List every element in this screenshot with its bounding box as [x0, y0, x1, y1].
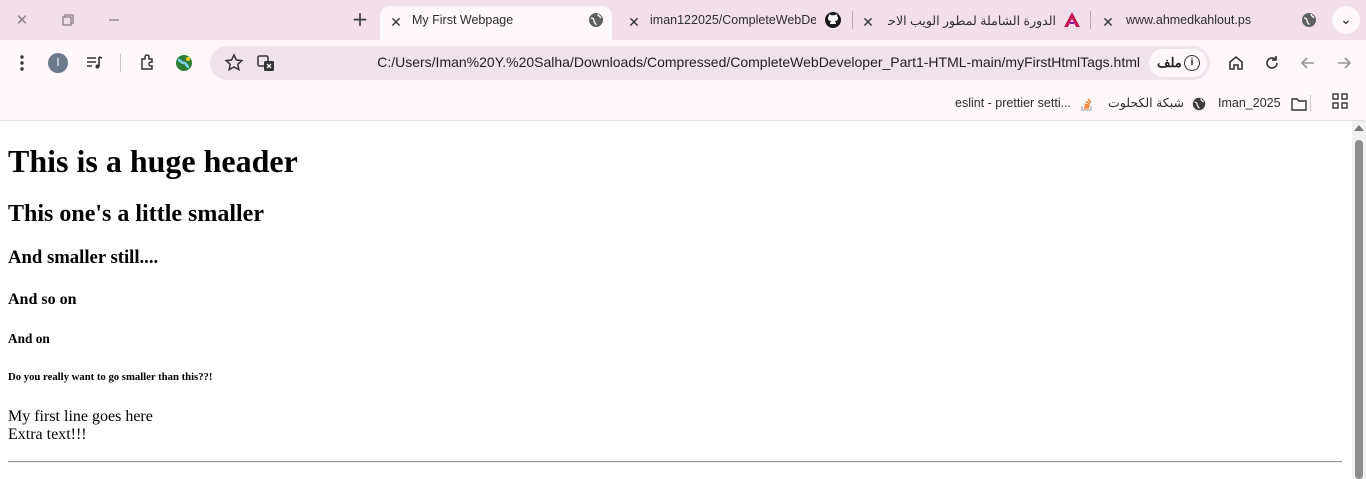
earth-extension-icon[interactable]: [172, 51, 196, 75]
site-info-label: ملف: [1157, 55, 1182, 70]
apps-grid-icon[interactable]: [1332, 93, 1348, 109]
minimize-window-icon[interactable]: [102, 8, 126, 32]
toolbar-divider: [120, 54, 121, 72]
home-icon[interactable]: [1224, 51, 1248, 75]
heading-h5: And on: [8, 331, 50, 346]
tab-title: www.ahmedkahlout.ps: [1126, 13, 1252, 27]
tab-my-first-webpage[interactable]: ✕ My First Webpage: [380, 6, 612, 40]
tab-ahmedkahlout[interactable]: ✕ www.ahmedkahlout.ps: [1094, 6, 1326, 40]
toolbar: I C:/Users/Iman%20Y.%20Salha/Downloads/C…: [0, 40, 1366, 86]
horizontal-rule: [8, 461, 1342, 463]
info-icon: i: [1184, 55, 1200, 71]
profile-avatar[interactable]: I: [46, 51, 70, 75]
heading-h4: And so on: [8, 291, 77, 308]
address-bar[interactable]: C:/Users/Iman%20Y.%20Salha/Downloads/Com…: [210, 46, 1210, 80]
back-arrow-icon[interactable]: [1296, 51, 1320, 75]
extensions-icon[interactable]: [136, 51, 160, 75]
restore-window-icon[interactable]: [56, 8, 80, 32]
paragraph: My first line goes here Extra text!!!: [8, 408, 153, 444]
bookmark-label: شبكة الكحلوت: [1108, 96, 1184, 110]
github-icon: [825, 12, 841, 28]
bookmark-kahlout-network[interactable]: شبكة الكحلوت: [1108, 93, 1207, 113]
first-line-text: My first line goes here: [8, 408, 153, 425]
heading-h3: And smaller still....: [8, 247, 159, 268]
close-window-icon[interactable]: ✕: [10, 8, 34, 32]
profile-initial: I: [48, 53, 68, 73]
close-tab-icon[interactable]: ✕: [1098, 12, 1118, 32]
tab-title: iman122025/CompleteWebDev: [650, 13, 816, 27]
globe-icon: [589, 13, 603, 27]
tab-title: الدورة الشاملة لمطور الويب الاحت: [888, 14, 1056, 28]
globe-icon: [1302, 13, 1316, 27]
translate-icon[interactable]: [254, 51, 278, 75]
heading-h6: Do you really want to go smaller than th…: [8, 371, 213, 383]
bookmarks-divider: [1310, 95, 1311, 111]
tab-search-button[interactable]: ⌄: [1332, 6, 1360, 34]
tab-web-course[interactable]: ✕ الدورة الشاملة لمطور الويب الاحت: [856, 6, 1088, 40]
scrollbar-thumb[interactable]: [1355, 140, 1363, 479]
folder-icon: [1291, 98, 1307, 111]
extra-text: Extra text!!!: [8, 426, 87, 443]
tab-separator: [1090, 11, 1091, 29]
site-info-chip[interactable]: ملف i: [1149, 49, 1207, 77]
bookmark-folder-iman[interactable]: Iman_2025: [1218, 93, 1308, 113]
bookmark-eslint[interactable]: eslint - prettier setti...: [955, 93, 1095, 113]
close-tab-icon[interactable]: ✕: [858, 12, 878, 32]
bookmark-label: eslint - prettier setti...: [955, 96, 1072, 110]
browser-chrome: ✕ + ✕ My First Webpage ✕ iman122025/Comp…: [0, 0, 1366, 121]
page-content: This is a huge header This one's a littl…: [0, 121, 1352, 479]
heading-h2: This one's a little smaller: [8, 201, 264, 227]
heading-h1: This is a huge header: [8, 143, 298, 179]
globe-icon: [1193, 97, 1206, 110]
close-tab-icon[interactable]: ✕: [386, 12, 406, 32]
tab-github-repo[interactable]: ✕ iman122025/CompleteWebDev: [618, 6, 848, 40]
bookmark-label: Iman_2025: [1218, 96, 1281, 110]
close-tab-icon[interactable]: ✕: [624, 12, 644, 32]
stack-overflow-icon: [1080, 98, 1092, 111]
academy-logo-icon: [1064, 12, 1080, 27]
forward-arrow-icon[interactable]: [1332, 51, 1356, 75]
new-tab-button[interactable]: +: [348, 8, 372, 32]
bookmark-star-icon[interactable]: [222, 51, 246, 75]
scroll-up-arrow-icon[interactable]: [1354, 125, 1364, 131]
chevron-down-icon: ⌄: [1340, 12, 1352, 28]
tab-separator: [852, 11, 853, 29]
bookmarks-bar: eslint - prettier setti... شبكة الكحلوت …: [0, 86, 1366, 121]
media-control-icon[interactable]: [82, 51, 106, 75]
tab-strip: ✕ + ✕ My First Webpage ✕ iman122025/Comp…: [0, 0, 1366, 40]
url-text[interactable]: C:/Users/Iman%20Y.%20Salha/Downloads/Com…: [377, 54, 1140, 70]
menu-kebab-icon[interactable]: [10, 51, 34, 75]
reload-icon[interactable]: [1260, 51, 1284, 75]
tab-title: My First Webpage: [412, 13, 514, 27]
